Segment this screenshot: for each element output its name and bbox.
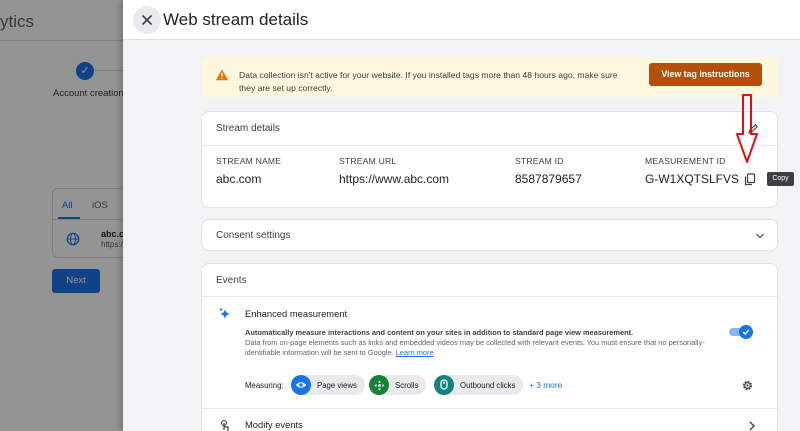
consent-settings-heading: Consent settings <box>216 230 291 241</box>
stream-url-label: STREAM URL <box>339 156 397 166</box>
crosshair-icon <box>369 375 389 395</box>
copy-tooltip: Copy <box>767 172 794 186</box>
copy-icon <box>744 172 756 185</box>
chevron-right-icon[interactable] <box>748 421 756 431</box>
events-card: Events Enhanced measurement Automaticall… <box>201 263 778 431</box>
sparkle-icon <box>219 307 230 319</box>
enhanced-measurement-detail: Data from on-page elements such as links… <box>245 338 705 357</box>
close-icon <box>141 14 153 26</box>
chevron-down-icon[interactable] <box>755 231 765 241</box>
chip-page-views[interactable]: Page views <box>291 375 365 395</box>
page-title: Web stream details <box>163 10 309 29</box>
chip-label: Scrolls <box>395 380 419 390</box>
measuring-label: Measuring: <box>245 381 284 390</box>
card-divider <box>202 145 777 146</box>
copy-measurement-id-button[interactable] <box>741 170 759 188</box>
chip-scrolls[interactable]: Scrolls <box>369 375 427 395</box>
check-icon <box>742 329 750 335</box>
stream-details-card: Stream details STREAM NAME abc.com STREA… <box>201 111 778 208</box>
warning-icon <box>215 69 229 81</box>
consent-settings-card[interactable]: Consent settings <box>201 219 778 251</box>
chip-outbound-clicks[interactable]: Outbound clicks <box>434 375 524 395</box>
gear-icon[interactable] <box>741 379 754 392</box>
enhanced-measurement-description: Data from on-page elements such as links… <box>245 338 730 358</box>
modify-events-label[interactable]: Modify events <box>245 419 303 430</box>
touch-icon <box>220 419 229 431</box>
toggle-knob <box>739 325 753 339</box>
close-button[interactable] <box>133 6 161 34</box>
events-heading: Events <box>216 275 247 286</box>
card-divider <box>202 296 777 297</box>
more-measurements-link[interactable]: + 3 more <box>529 380 562 390</box>
measurement-id-value: G-W1XQTSLFVS <box>645 172 740 186</box>
chip-label: Outbound clicks <box>460 380 516 390</box>
warning-text: Data collection isn't active for your we… <box>239 70 618 93</box>
stream-id-label: STREAM ID <box>515 156 564 166</box>
stream-name-value: abc.com <box>216 172 262 186</box>
enhanced-measurement-toggle[interactable] <box>729 325 753 339</box>
card-divider <box>202 408 777 409</box>
annotation-arrow <box>736 94 758 163</box>
view-tag-instructions-button[interactable]: View tag instructions <box>649 63 762 86</box>
learn-more-link[interactable]: Learn more <box>396 348 434 357</box>
pointer-icon <box>434 375 454 395</box>
stream-id-value: 8587879657 <box>515 172 582 186</box>
enhanced-measurement-title: Enhanced measurement <box>245 308 348 319</box>
web-stream-drawer: Web stream details Data collection isn't… <box>123 0 800 431</box>
data-collection-warning: Data collection isn't active for your we… <box>201 57 778 97</box>
stream-name-label: STREAM NAME <box>216 156 282 166</box>
stream-details-heading: Stream details <box>216 123 280 134</box>
chip-label: Page views <box>317 380 357 390</box>
eye-icon <box>291 375 311 395</box>
drawer-header: Web stream details <box>123 0 800 40</box>
measurement-id-label: MEASUREMENT ID <box>645 156 726 166</box>
stream-url-value: https://www.abc.com <box>339 172 450 186</box>
enhanced-measurement-summary: Automatically measure interactions and c… <box>245 328 634 337</box>
